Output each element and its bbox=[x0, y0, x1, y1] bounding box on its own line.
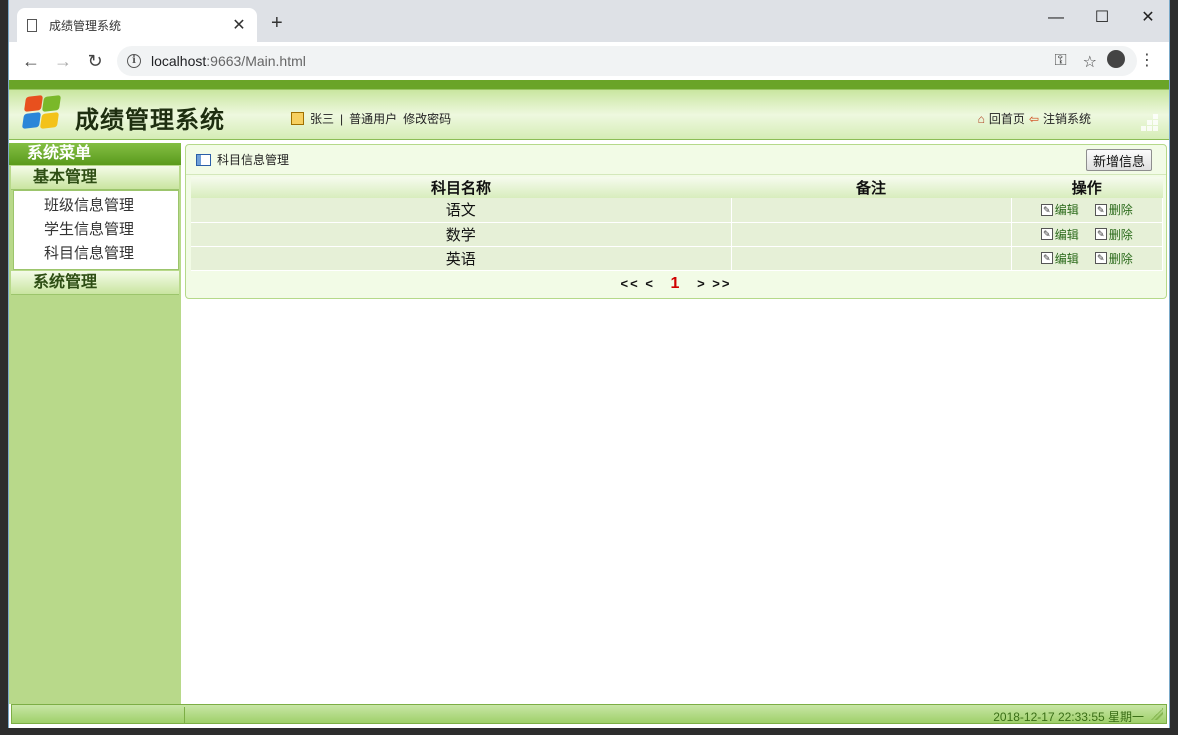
star-icon[interactable]: ☆ bbox=[1083, 52, 1097, 72]
subject-name: 数学 bbox=[191, 222, 732, 247]
reload-icon[interactable]: ↻ bbox=[79, 51, 111, 72]
tab-close-button[interactable]: ✕ bbox=[231, 15, 247, 35]
delete-link[interactable]: ✎ 删除 bbox=[1094, 226, 1133, 243]
delete-icon: ✎ bbox=[1094, 228, 1107, 240]
decorative-dots bbox=[1133, 114, 1161, 134]
menu-group-basic-items: 班级信息管理 学生信息管理 科目信息管理 bbox=[13, 190, 179, 270]
row-actions: ✎ 编辑 ✎ 删除 bbox=[1011, 246, 1163, 271]
datetime: 2018-12-17 22:33:55 星期一 bbox=[993, 710, 1144, 724]
resize-grip-icon[interactable] bbox=[1151, 708, 1163, 720]
logout-icon: ⇦ bbox=[1028, 111, 1039, 126]
pagination: << < 1 > >> bbox=[186, 275, 1166, 293]
home-icon: ⌂ bbox=[977, 111, 985, 126]
page-icon bbox=[27, 18, 37, 32]
status-bar: 2018-12-17 22:33:55 星期一 bbox=[11, 704, 1167, 724]
subject-table: 科目名称 备注 操作 语文 ✎ 编辑 ✎ 删除 数学 ✎ 编辑 ✎ 删除 英语 ✎ 编辑 ✎ 删除 bbox=[191, 177, 1163, 271]
subject-remark bbox=[731, 222, 1012, 247]
column-header-remark: 备注 bbox=[731, 177, 1011, 198]
subject-panel: 科目信息管理 新增信息 科目名称 备注 操作 语文 ✎ 编辑 ✎ 删除 数学 ✎ 编辑 ✎ 删除英… bbox=[185, 144, 1167, 299]
next-page-link[interactable]: > bbox=[697, 276, 707, 291]
separator: | bbox=[340, 111, 344, 126]
menu-group-system[interactable]: 系统管理 bbox=[11, 271, 179, 295]
browser-titlebar: 成绩管理系统 ✕ + — ☐ ✕ bbox=[9, 0, 1169, 42]
subject-name: 英语 bbox=[191, 246, 732, 271]
back-icon[interactable]: ← bbox=[15, 51, 47, 72]
prev-page-link[interactable]: < bbox=[645, 276, 655, 291]
subject-remark bbox=[731, 198, 1012, 223]
app-header: 成绩管理系统 张三 | 普通用户 修改密码 ⌂ 回首页 ⇦ 注销系统 bbox=[9, 80, 1169, 140]
delete-icon: ✎ bbox=[1094, 203, 1107, 216]
table-row: 数学 ✎ 编辑 ✎ 删除 bbox=[191, 222, 1163, 247]
account-icon[interactable] bbox=[1107, 50, 1125, 68]
change-password-link[interactable]: 修改密码 bbox=[403, 110, 451, 127]
url-path: :9663/Main.html bbox=[206, 53, 306, 69]
panel-title: 科目信息管理 bbox=[217, 153, 290, 167]
sidebar: 系统菜单 基本管理 班级信息管理 学生信息管理 科目信息管理 系统管理 bbox=[9, 143, 181, 704]
delete-label: 删除 bbox=[1108, 251, 1133, 266]
menu-item-student[interactable]: 学生信息管理 bbox=[14, 218, 178, 242]
edit-icon: ✎ bbox=[1040, 252, 1053, 264]
status-separator bbox=[184, 707, 185, 723]
user-bar: 张三 | 普通用户 修改密码 bbox=[291, 110, 451, 127]
menu-title: 系统菜单 bbox=[9, 143, 181, 165]
url-host: localhost bbox=[151, 53, 207, 69]
edit-icon: ✎ bbox=[1040, 228, 1053, 240]
column-header-name: 科目名称 bbox=[191, 177, 731, 198]
logout-link[interactable]: 注销系统 bbox=[1043, 110, 1091, 127]
edit-link[interactable]: ✎ 编辑 bbox=[1040, 250, 1079, 267]
browser-toolbar: ← → ↻ i localhost:9663/Main.html ⚿ ☆ ⋮ bbox=[9, 42, 1169, 80]
edit-label: 编辑 bbox=[1054, 203, 1079, 218]
user-name: 张三 bbox=[310, 112, 335, 126]
edit-label: 编辑 bbox=[1054, 227, 1079, 242]
home-link[interactable]: 回首页 bbox=[989, 110, 1025, 127]
edit-link[interactable]: ✎ 编辑 bbox=[1040, 201, 1079, 218]
add-button[interactable]: 新增信息 bbox=[1085, 149, 1152, 171]
info-icon[interactable]: i bbox=[127, 54, 141, 68]
menu-item-subject[interactable]: 科目信息管理 bbox=[14, 242, 178, 266]
address-bar[interactable]: i localhost:9663/Main.html ⚿ ☆ bbox=[117, 46, 1137, 76]
table-icon bbox=[196, 153, 211, 166]
forward-icon[interactable]: → bbox=[47, 51, 79, 72]
current-page: 1 bbox=[670, 275, 682, 292]
close-window-button[interactable]: ✕ bbox=[1125, 4, 1171, 32]
delete-label: 删除 bbox=[1108, 203, 1133, 218]
delete-icon: ✎ bbox=[1094, 252, 1107, 264]
browser-tab[interactable]: 成绩管理系统 ✕ bbox=[17, 8, 257, 42]
last-page-link[interactable]: >> bbox=[712, 276, 731, 291]
edit-icon: ✎ bbox=[1040, 203, 1053, 216]
table-row: 语文 ✎ 编辑 ✎ 删除 bbox=[191, 198, 1163, 223]
table-row: 英语 ✎ 编辑 ✎ 删除 bbox=[191, 246, 1163, 271]
menu-icon[interactable]: ⋮ bbox=[1139, 50, 1155, 70]
first-page-link[interactable]: << bbox=[621, 276, 640, 291]
header-links: ⌂ 回首页 ⇦ 注销系统 bbox=[978, 110, 1091, 127]
delete-label: 删除 bbox=[1108, 227, 1133, 242]
browser-window: 成绩管理系统 ✕ + — ☐ ✕ ← → ↻ i localhost:9663/… bbox=[8, 0, 1170, 728]
user-role: 普通用户 bbox=[349, 112, 398, 126]
app-title: 成绩管理系统 bbox=[75, 107, 225, 134]
tab-title: 成绩管理系统 bbox=[49, 18, 122, 33]
delete-link[interactable]: ✎ 删除 bbox=[1094, 201, 1133, 218]
windows-logo-icon bbox=[21, 94, 63, 134]
new-tab-button[interactable]: + bbox=[271, 12, 291, 35]
row-actions: ✎ 编辑 ✎ 删除 bbox=[1011, 198, 1163, 223]
delete-link[interactable]: ✎ 删除 bbox=[1094, 250, 1133, 267]
edit-link[interactable]: ✎ 编辑 bbox=[1040, 226, 1079, 243]
app: 成绩管理系统 张三 | 普通用户 修改密码 ⌂ 回首页 ⇦ 注销系统 系统菜单 … bbox=[9, 80, 1169, 728]
main-content: 科目信息管理 新增信息 科目名称 备注 操作 语文 ✎ 编辑 ✎ 删除 数学 ✎ 编辑 ✎ 删除英… bbox=[185, 144, 1167, 703]
edit-label: 编辑 bbox=[1054, 251, 1079, 266]
panel-header: 科目信息管理 bbox=[186, 145, 1166, 175]
column-header-ops: 操作 bbox=[1011, 177, 1163, 198]
subject-remark bbox=[731, 246, 1012, 271]
minimize-button[interactable]: — bbox=[1033, 4, 1079, 32]
subject-name: 语文 bbox=[191, 198, 732, 223]
user-icon bbox=[291, 112, 304, 125]
row-actions: ✎ 编辑 ✎ 删除 bbox=[1011, 222, 1163, 247]
menu-group-basic[interactable]: 基本管理 bbox=[11, 166, 179, 190]
maximize-button[interactable]: ☐ bbox=[1079, 4, 1125, 32]
table-header-row: 科目名称 备注 操作 bbox=[191, 177, 1163, 198]
menu-item-class[interactable]: 班级信息管理 bbox=[14, 194, 178, 218]
key-icon[interactable]: ⚿ bbox=[1054, 52, 1066, 72]
